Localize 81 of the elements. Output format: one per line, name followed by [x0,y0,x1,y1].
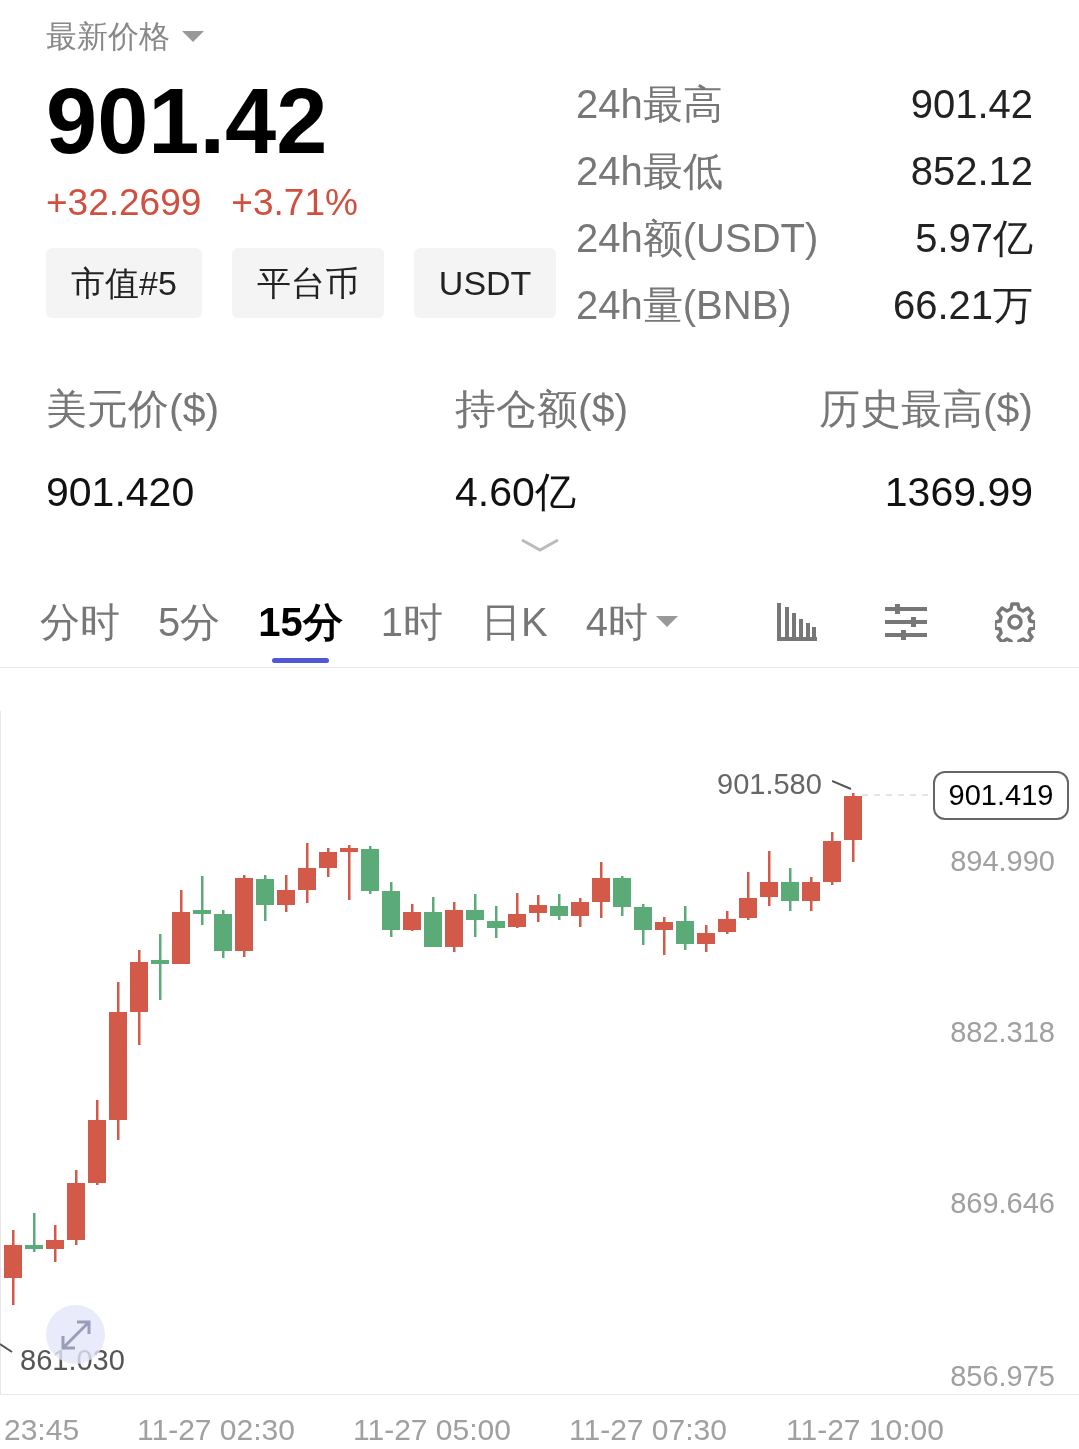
y-axis-label: 869.646 [950,1186,1055,1221]
stat-value: 852.12 [910,148,1033,195]
candle [718,911,736,934]
interval-tab[interactable]: 15分 [258,577,343,667]
candle [529,895,547,922]
caret-icon[interactable] [182,31,204,44]
summary-value: 4.60亿 [455,468,576,517]
summary-label: 历史最高($) [818,384,1033,434]
candle [760,851,778,906]
stat-label: 24h最高 [576,81,723,128]
candle [781,868,799,911]
candle [592,862,610,918]
x-axis-label: 23:45 [4,1412,80,1448]
stat-value: 66.21万 [892,282,1033,329]
candle [298,843,316,903]
current-price-label: 901.419 [933,771,1069,820]
summary-label: 持仓额($) [455,384,629,434]
candle [319,848,337,877]
candle [151,934,169,1000]
leader-line [832,780,852,790]
candle [466,894,484,937]
low-price-marker: 861.030 [20,1343,125,1378]
stat-label: 24h最低 [576,148,723,195]
candle [844,793,862,862]
tag: 市值#5 [46,248,202,318]
candle [655,917,673,955]
stat-value: 901.42 [910,81,1033,128]
tag: 平台币 [231,248,384,318]
candle [802,877,820,911]
candle [508,893,526,928]
candle [445,902,463,952]
stat-value: 5.97亿 [915,215,1033,262]
x-axis-label: 11-27 07:30 [569,1412,727,1448]
interval-tab[interactable]: 4时 [585,577,678,667]
candle [634,904,652,945]
last-price: 901.42 [46,70,329,171]
interval-tab[interactable]: 1时 [380,577,443,667]
percent-change: +3.71% [231,180,358,225]
candle [46,1225,64,1262]
candle [25,1213,43,1252]
candle [739,872,757,920]
summary-label: 美元价($) [46,384,220,434]
high-price-marker: 901.580 [717,767,822,802]
candle [697,925,715,952]
candle [340,845,358,900]
stat-label: 24h额(USDT) [576,215,819,262]
y-axis-label: 856.975 [950,1359,1055,1394]
candle [676,906,694,950]
bar-chart-icon[interactable] [777,603,817,641]
candle [613,876,631,916]
candle [424,897,442,947]
x-axis-label: 11-27 05:00 [353,1412,511,1448]
tag: USDT [413,248,557,318]
summary-value: 901.420 [46,468,195,517]
candle [823,832,841,885]
sliders-icon[interactable] [885,604,927,640]
candle [487,906,505,938]
tab-underline [272,658,329,663]
x-axis-label: 11-27 10:00 [786,1412,944,1448]
stat-label: 24h量(BNB) [576,282,792,329]
settings-icon[interactable] [995,602,1035,642]
caret-icon [655,616,678,628]
x-axis-label: 11-27 02:30 [137,1412,295,1448]
leader-line [0,1343,14,1353]
candle [277,875,295,912]
candle [550,894,568,920]
interval-tab[interactable]: 分时 [40,577,120,667]
candle [382,882,400,937]
candle [193,876,211,925]
candle [403,904,421,931]
y-axis-label: 894.990 [950,844,1055,879]
interval-tab[interactable]: 日K [481,577,548,667]
summary-value: 1369.99 [884,468,1033,517]
price-type-label[interactable]: 最新价格 [46,14,170,61]
candle [571,898,589,927]
price-change: +32.2699 [46,180,202,225]
y-axis-label: 882.318 [950,1015,1055,1050]
candle [256,875,274,921]
interval-tab[interactable]: 5分 [158,577,221,667]
candle [214,910,232,958]
candle [361,846,379,894]
